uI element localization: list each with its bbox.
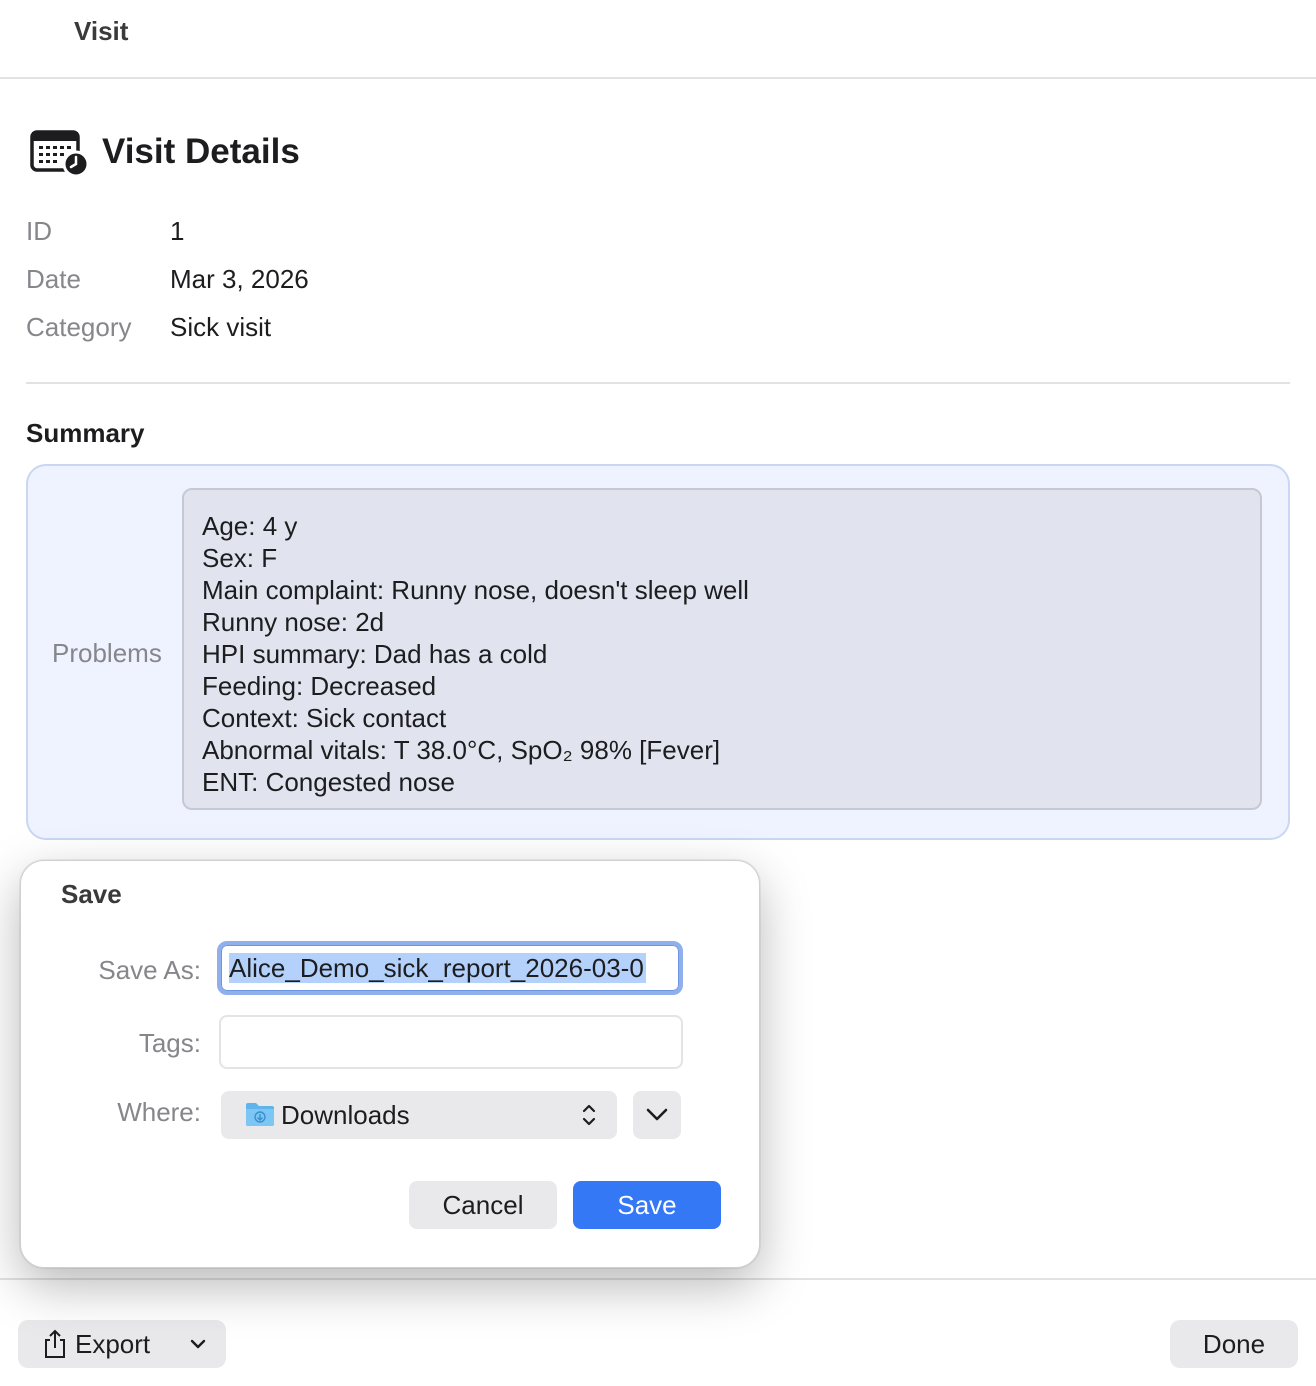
chevron-down-icon: [646, 1108, 668, 1121]
done-label: Done: [1202, 1329, 1266, 1359]
detail-label: ID: [26, 216, 52, 246]
share-icon: [45, 1329, 65, 1358]
cancel-label: Cancel: [442, 1190, 524, 1220]
page-title: Visit Details: [102, 132, 300, 171]
footer-divider: [0, 1278, 1316, 1280]
save-dialog: Save Save As: Alice_Demo_sick_report_202…: [20, 860, 760, 1268]
summary-box: Problems Age: 4 y Sex: F Main complaint:…: [26, 464, 1290, 840]
problem-line: Context: Sick contact: [202, 703, 447, 733]
tags-label: Tags:: [138, 1028, 201, 1058]
detail-label: Date: [26, 264, 81, 294]
updown-chevron-icon: [582, 1104, 596, 1126]
tags-field[interactable]: [219, 1015, 683, 1069]
where-label: Where:: [117, 1097, 201, 1127]
calendar-clock-icon: [30, 130, 90, 178]
problems-label: Problems: [52, 638, 162, 668]
problem-line: Feeding: Decreased: [202, 671, 437, 701]
summary-title: Summary: [26, 418, 145, 448]
expand-dialog-button[interactable]: [633, 1091, 681, 1139]
detail-value: Mar 3, 2026: [170, 264, 309, 294]
problem-line: Age: 4 y: [202, 511, 298, 541]
problem-line: Abnormal vitals: T 38.0°C, SpO₂ 98% [Fev…: [202, 735, 721, 765]
save-label: Save: [617, 1190, 677, 1220]
export-label: Export: [75, 1329, 151, 1359]
problem-line: Runny nose: 2d: [202, 607, 385, 637]
dialog-title: Save: [61, 879, 122, 909]
detail-value: Sick visit: [170, 312, 272, 342]
problem-line: Main complaint: Runny nose, doesn't slee…: [202, 575, 749, 605]
save-button[interactable]: Save: [573, 1181, 721, 1229]
cancel-button[interactable]: Cancel: [409, 1181, 557, 1229]
window-title: Visit: [74, 16, 129, 46]
downloads-folder-icon: [246, 1103, 274, 1126]
problems-text-area[interactable]: Age: 4 y Sex: F Main complaint: Runny no…: [182, 488, 1262, 810]
where-select[interactable]: Downloads: [221, 1091, 617, 1139]
save-as-label: Save As:: [98, 955, 201, 985]
where-value: Downloads: [281, 1100, 410, 1130]
save-as-value: Alice_Demo_sick_report_2026-03-0: [229, 953, 646, 983]
divider: [26, 382, 1290, 384]
done-button[interactable]: Done: [1170, 1320, 1298, 1368]
detail-value: 1: [170, 216, 185, 246]
chevron-down-icon[interactable]: [188, 1335, 208, 1353]
window-titlebar: Visit: [0, 0, 1316, 79]
problem-line: HPI summary: Dad has a cold: [202, 639, 548, 669]
export-button[interactable]: Export: [18, 1320, 226, 1368]
detail-label: Category: [26, 312, 132, 342]
save-as-field[interactable]: Alice_Demo_sick_report_2026-03-0: [217, 941, 683, 995]
problem-line: ENT: Congested nose: [202, 767, 455, 797]
problem-line: Sex: F: [202, 543, 278, 573]
